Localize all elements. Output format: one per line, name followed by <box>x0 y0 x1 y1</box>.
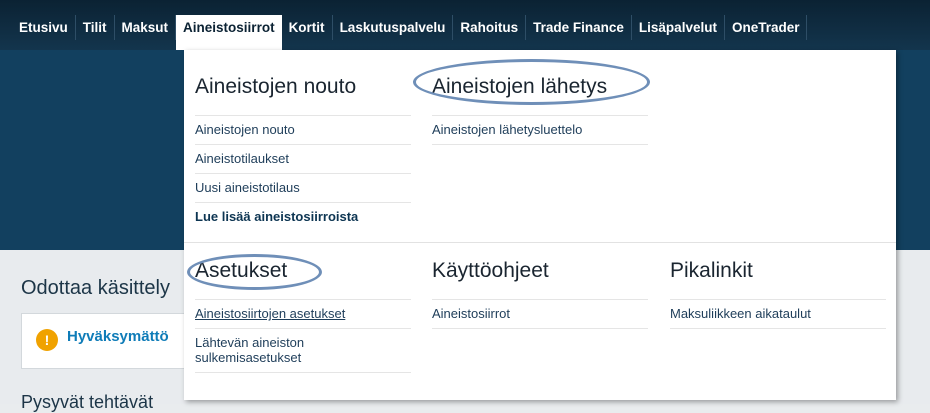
nav-item-onetrader[interactable]: OneTrader <box>725 15 808 40</box>
menu-list-nouto: Aineistojen nouto Aineistotilaukset Uusi… <box>195 115 411 203</box>
warning-icon: ! <box>36 329 58 351</box>
menu-link-siirtojen-asetukset[interactable]: Aineistosiirtojen asetukset <box>195 300 411 329</box>
menu-column-lahetys: Aineistojen lähetys Aineistojen lähetysl… <box>432 72 648 145</box>
nav-item-rahoitus[interactable]: Rahoitus <box>453 15 527 40</box>
recurring-tasks-title: Pysyvät tehtävät <box>21 392 154 412</box>
nav-item-etusivu[interactable]: Etusivu <box>12 15 76 40</box>
menu-heading-nouto: Aineistojen nouto <box>195 75 357 98</box>
menu-heading-asetukset: Asetukset <box>195 259 288 282</box>
nav-item-lisapalvelut[interactable]: Lisäpalvelut <box>632 15 725 40</box>
nav-item-laskutuspalvelu[interactable]: Laskutuspalvelu <box>333 15 454 40</box>
menu-column-ohjeet: Käyttöohjeet Aineistosiirrot <box>432 256 648 329</box>
menu-link-maksuliikkeen-aikataulut[interactable]: Maksuliikkeen aikataulut <box>670 300 886 329</box>
nav-list: Etusivu Tilit Maksut Aineistosiirrot Kor… <box>0 0 930 50</box>
nav-item-trade-finance[interactable]: Trade Finance <box>526 15 632 40</box>
menu-list-pikalinkit: Maksuliikkeen aikataulut <box>670 299 886 329</box>
mega-menu-aineistosiirrot: Aineistojen nouto Aineistojen nouto Aine… <box>184 50 896 400</box>
menu-divider <box>184 242 896 243</box>
menu-heading-lahetys: Aineistojen lähetys <box>432 75 608 98</box>
menu-link-aineistojen-nouto[interactable]: Aineistojen nouto <box>195 116 411 145</box>
nav-item-kortit[interactable]: Kortit <box>282 15 333 40</box>
menu-column-asetukset: Asetukset Aineistosiirtojen asetukset Lä… <box>195 256 411 373</box>
menu-list-lahetys: Aineistojen lähetysluettelo <box>432 115 648 145</box>
menu-column-pikalinkit: Pikalinkit Maksuliikkeen aikataulut <box>670 256 886 329</box>
menu-heading-pikalinkit: Pikalinkit <box>670 259 753 282</box>
menu-column-nouto: Aineistojen nouto Aineistojen nouto Aine… <box>195 72 411 203</box>
read-more-link[interactable]: Lue lisää aineistosiirroista <box>195 209 358 224</box>
pending-section-title: Odottaa käsittely <box>21 277 170 299</box>
menu-heading-ohjeet: Käyttöohjeet <box>432 259 549 282</box>
top-navigation: Etusivu Tilit Maksut Aineistosiirrot Kor… <box>0 0 930 50</box>
menu-link-sulkemisasetukset[interactable]: Lähtevän aineiston sulkemisasetukset <box>195 329 411 373</box>
notice-link[interactable]: Hyväksymättö <box>67 328 169 345</box>
nav-item-aineistosiirrot[interactable]: Aineistosiirrot <box>176 15 282 50</box>
menu-link-lahetysluettelo[interactable]: Aineistojen lähetysluettelo <box>432 116 648 145</box>
menu-link-uusi-aineistotilaus[interactable]: Uusi aineistotilaus <box>195 174 411 203</box>
menu-link-aineistotilaukset[interactable]: Aineistotilaukset <box>195 145 411 174</box>
menu-link-aineistosiirrot[interactable]: Aineistosiirrot <box>432 300 648 329</box>
nav-item-maksut[interactable]: Maksut <box>115 15 177 40</box>
menu-list-asetukset: Aineistosiirtojen asetukset Lähtevän ain… <box>195 299 411 373</box>
nav-item-tilit[interactable]: Tilit <box>76 15 115 40</box>
menu-list-ohjeet: Aineistosiirrot <box>432 299 648 329</box>
